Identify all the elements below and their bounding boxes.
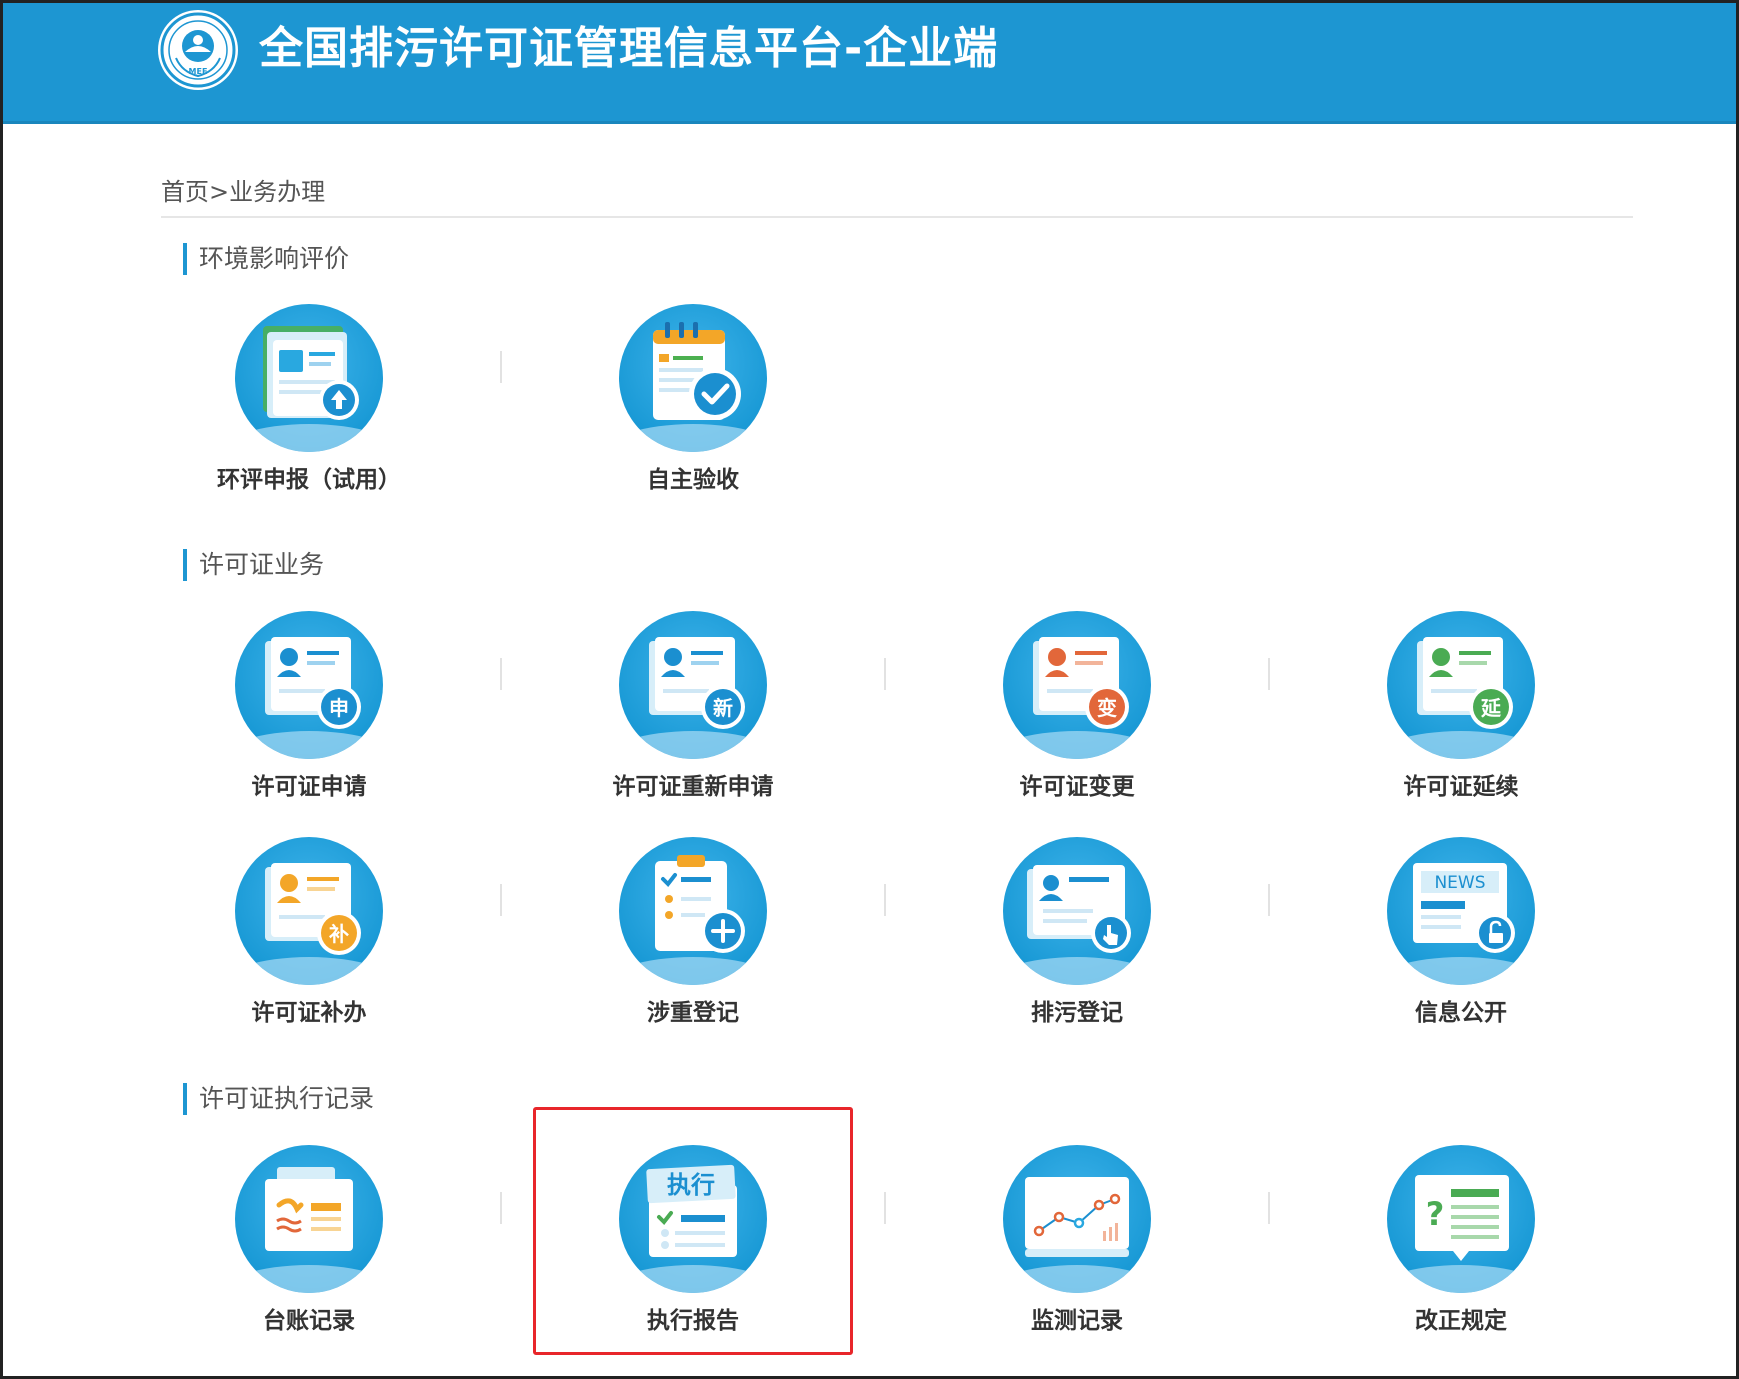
tile-correction-rule[interactable]: ? 改正规定: [1269, 1145, 1653, 1365]
svg-text:MEE: MEE: [189, 67, 208, 76]
tile-label: 涉重登记: [647, 1000, 739, 1026]
correction-rule-icon: ?: [1387, 1145, 1535, 1293]
svg-text:变: 变: [1097, 696, 1117, 720]
svg-text:补: 补: [328, 922, 349, 946]
section-title-execution: 许可证执行记录: [183, 1083, 374, 1115]
tile-permit-reissue[interactable]: 补 许可证补办: [117, 837, 501, 1057]
tile-info-disclosure[interactable]: NEWS 信息公开: [1269, 837, 1653, 1057]
section-title-eia: 环境影响评价: [183, 243, 349, 275]
tile-discharge-register[interactable]: 排污登记: [885, 837, 1269, 1057]
tile-label: 监测记录: [1031, 1308, 1123, 1334]
tile-label: 信息公开: [1415, 1000, 1507, 1026]
tile-permit-extend[interactable]: 延 许可证延续: [1269, 611, 1653, 831]
tile-label: 许可证申请: [251, 774, 367, 800]
heavy-metal-register-icon: [619, 837, 767, 985]
tile-eia-declaration[interactable]: 环评申报（试用）: [117, 304, 501, 524]
tile-monitoring-record[interactable]: 监测记录: [885, 1145, 1269, 1365]
highlight-box: [533, 1107, 853, 1355]
tile-permit-change[interactable]: 变 许可证变更: [885, 611, 1269, 831]
section-title-permit: 许可证业务: [183, 549, 324, 581]
info-disclosure-icon: NEWS: [1387, 837, 1535, 985]
permit-reapply-icon: 新: [619, 611, 767, 759]
monitoring-record-icon: [1003, 1145, 1151, 1293]
eia-upload-icon: [235, 304, 383, 452]
app-title: 全国排污许可证管理信息平台-企业端: [259, 23, 999, 74]
tile-label: 排污登记: [1031, 1000, 1123, 1026]
tile-heavy-metal-register[interactable]: 涉重登记: [501, 837, 885, 1057]
tile-label: 环评申报（试用）: [217, 467, 401, 493]
tile-permit-reapply[interactable]: 新 许可证重新申请: [501, 611, 885, 831]
tile-label: 自主验收: [647, 467, 739, 493]
svg-text:延: 延: [1480, 696, 1502, 720]
mee-emblem-icon: MEE: [158, 10, 238, 90]
breadcrumb-divider: [161, 216, 1633, 218]
tile-label: 台账记录: [263, 1308, 355, 1334]
tile-label: 改正规定: [1415, 1308, 1507, 1334]
tile-permit-apply[interactable]: 申 许可证申请: [117, 611, 501, 831]
tile-ledger-record[interactable]: 台账记录: [117, 1145, 501, 1365]
tile-label: 许可证重新申请: [612, 774, 774, 800]
app-header: MEE 全国排污许可证管理信息平台-企业端: [3, 3, 1736, 124]
svg-text:申: 申: [329, 696, 349, 720]
permit-change-icon: 变: [1003, 611, 1151, 759]
tile-label: 许可证补办: [251, 1000, 367, 1026]
breadcrumb[interactable]: 首页>业务办理: [161, 175, 325, 209]
tile-label: 许可证变更: [1019, 774, 1135, 800]
svg-text:?: ?: [1426, 1195, 1445, 1233]
tile-label: 许可证延续: [1403, 774, 1519, 800]
svg-text:新: 新: [713, 696, 733, 720]
ledger-record-icon: [235, 1145, 383, 1293]
svg-text:NEWS: NEWS: [1434, 873, 1485, 893]
self-acceptance-check-icon: [619, 304, 767, 452]
permit-reissue-icon: 补: [235, 837, 383, 985]
discharge-register-icon: [1003, 837, 1151, 985]
app-window: MEE 全国排污许可证管理信息平台-企业端 首页>业务办理 环境影响评价 环评申…: [0, 0, 1739, 1379]
permit-apply-icon: 申: [235, 611, 383, 759]
permit-extend-icon: 延: [1387, 611, 1535, 759]
tile-self-acceptance[interactable]: 自主验收: [501, 304, 885, 524]
